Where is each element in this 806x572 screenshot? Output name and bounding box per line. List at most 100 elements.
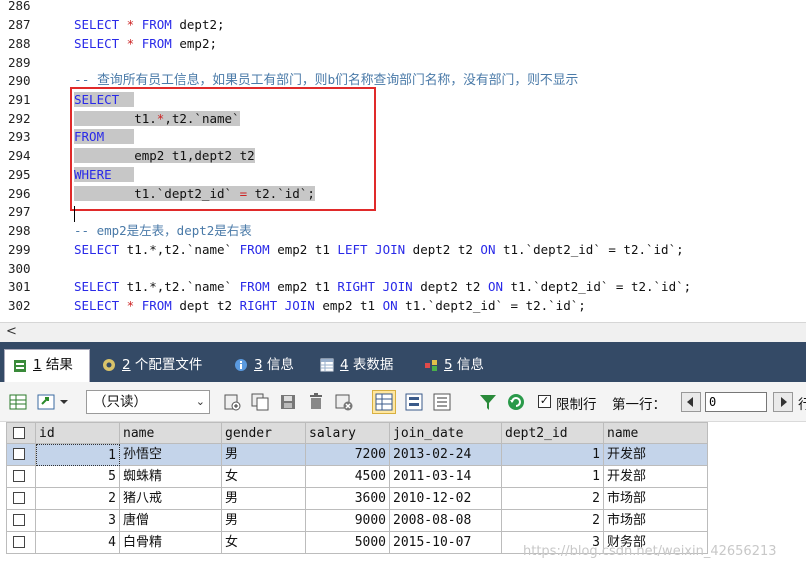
watermark: https://blog.csdn.net/weixin_42656213 xyxy=(523,544,777,559)
cell-name[interactable]: 唐僧 xyxy=(120,510,222,532)
result-grid-icon xyxy=(14,360,26,372)
line-number: 291 xyxy=(8,92,31,107)
row-checkbox[interactable] xyxy=(13,470,25,482)
code-line-302: SELECT * FROM dept t2 RIGHT JOIN emp2 t1… xyxy=(74,298,586,313)
sql-editor[interactable]: 286 287 288 289 290 291 292 293 294 295 … xyxy=(0,0,806,322)
column-header-id[interactable]: id xyxy=(36,422,120,444)
select-all-checkbox[interactable] xyxy=(13,427,25,439)
cell-salary[interactable]: 4500 xyxy=(306,466,390,488)
cell-gender[interactable]: 男 xyxy=(222,444,306,466)
row-checkbox[interactable] xyxy=(13,536,25,548)
cell-join-date[interactable]: 2015-10-07 xyxy=(390,532,502,554)
cell-dept-name[interactable]: 开发部 xyxy=(604,444,708,466)
column-header-dept2-id[interactable]: dept2_id xyxy=(502,422,604,444)
cell-join-date[interactable]: 2011-03-14 xyxy=(390,466,502,488)
insert-row-icon[interactable] xyxy=(222,392,242,412)
cell-dept2-id[interactable]: 2 xyxy=(502,510,604,532)
code-line-287: SELECT * FROM dept2; xyxy=(74,17,225,32)
tab-info-2[interactable]: 5 信息 xyxy=(416,351,500,379)
cancel-changes-icon[interactable] xyxy=(334,392,354,412)
code-line-299: SELECT t1.*,t2.`name` FROM emp2 t1 LEFT … xyxy=(74,242,684,257)
column-header-name[interactable]: name xyxy=(120,422,222,444)
cell-dept-name[interactable]: 市场部 xyxy=(604,510,708,532)
tab-info[interactable]: 3 信息 xyxy=(226,351,308,379)
cell-dept2-id[interactable]: 1 xyxy=(502,444,604,466)
cell-name[interactable]: 白骨精 xyxy=(120,532,222,554)
line-number: 302 xyxy=(8,298,31,313)
readonly-mode-select[interactable]: （只读） ⌄ xyxy=(86,390,210,414)
chevron-down-icon: ⌄ xyxy=(195,395,205,408)
text-mode-icon[interactable] xyxy=(432,392,452,412)
column-header-join-date[interactable]: join_date xyxy=(390,422,502,444)
cell-id[interactable]: 4 xyxy=(36,532,120,554)
filter-icon[interactable] xyxy=(478,392,498,412)
tab-results[interactable]: 1 结果 xyxy=(4,349,90,382)
cell-dept-name[interactable]: 开发部 xyxy=(604,466,708,488)
tab-table-data[interactable]: 4 表数据 xyxy=(312,351,412,379)
delete-icon[interactable] xyxy=(306,392,326,412)
grid-mode-icon[interactable] xyxy=(372,390,396,414)
cell-join-date[interactable]: 2013-02-24 xyxy=(390,444,502,466)
row-select-cell[interactable] xyxy=(6,466,36,488)
row-select-cell[interactable] xyxy=(6,510,36,532)
select-all-cell[interactable] xyxy=(6,422,36,444)
cell-dept2-id[interactable]: 2 xyxy=(502,488,604,510)
line-number: 287 xyxy=(8,17,31,32)
row-select-cell[interactable] xyxy=(6,532,36,554)
cell-name[interactable]: 蜘蛛精 xyxy=(120,466,222,488)
line-number: 300 xyxy=(8,261,31,276)
cell-id[interactable]: 1 xyxy=(36,444,120,466)
row-checkbox[interactable] xyxy=(13,492,25,504)
first-row-input[interactable]: 0 xyxy=(705,392,767,412)
cell-gender[interactable]: 男 xyxy=(222,510,306,532)
cell-id[interactable]: 3 xyxy=(36,510,120,532)
line-number: 293 xyxy=(8,129,31,144)
column-header-gender[interactable]: gender xyxy=(222,422,306,444)
cell-dept2-id[interactable]: 1 xyxy=(502,466,604,488)
cell-salary[interactable]: 5000 xyxy=(306,532,390,554)
cell-join-date[interactable]: 2010-12-02 xyxy=(390,488,502,510)
refresh-icon[interactable] xyxy=(506,392,526,412)
code-line-298-comment: -- emp2是左表，dept2是右表 xyxy=(74,223,252,238)
text-caret xyxy=(74,206,75,222)
column-header-salary[interactable]: salary xyxy=(306,422,390,444)
cell-id[interactable]: 2 xyxy=(36,488,120,510)
row-checkbox[interactable] xyxy=(13,514,25,526)
limit-rows-label: 限制行 xyxy=(556,397,597,413)
line-number: 292 xyxy=(8,111,31,126)
export-dropdown-icon[interactable] xyxy=(36,392,70,412)
cell-gender[interactable]: 女 xyxy=(222,532,306,554)
cell-name[interactable]: 孙悟空 xyxy=(120,444,222,466)
line-number: 290 xyxy=(8,73,31,88)
line-number: 297 xyxy=(8,204,31,219)
cell-dept-name[interactable]: 市场部 xyxy=(604,488,708,510)
table-data-icon xyxy=(320,358,334,372)
first-row-next-button[interactable] xyxy=(773,392,793,412)
cell-id[interactable]: 5 xyxy=(36,466,120,488)
cell-salary[interactable]: 9000 xyxy=(306,510,390,532)
column-header-dept-name[interactable]: name xyxy=(604,422,708,444)
cell-join-date[interactable]: 2008-08-08 xyxy=(390,510,502,532)
cell-salary[interactable]: 7200 xyxy=(306,444,390,466)
limit-rows-checkbox[interactable]: ✓ xyxy=(538,395,551,408)
editor-horizontal-scrollbar[interactable]: < xyxy=(0,322,806,342)
results-toolbar: （只读） ⌄ ✓ 限制行 第一行： 0 行 xyxy=(0,382,806,422)
line-number: 301 xyxy=(8,279,31,294)
cell-gender[interactable]: 男 xyxy=(222,488,306,510)
duplicate-row-icon[interactable] xyxy=(250,392,270,412)
triangle-left-icon xyxy=(687,397,693,407)
row-select-cell[interactable] xyxy=(6,444,36,466)
triangle-right-icon xyxy=(781,397,787,407)
row-select-cell[interactable] xyxy=(6,488,36,510)
info-tree-icon xyxy=(425,360,437,371)
first-row-prev-button[interactable] xyxy=(681,392,701,412)
grid-view-icon[interactable] xyxy=(8,392,28,412)
scroll-left-arrow-icon[interactable]: < xyxy=(6,324,17,339)
tab-profiles[interactable]: 2 个配置文件 xyxy=(94,351,220,379)
cell-name[interactable]: 猪八戒 xyxy=(120,488,222,510)
cell-salary[interactable]: 3600 xyxy=(306,488,390,510)
form-mode-icon[interactable] xyxy=(404,392,424,412)
row-checkbox[interactable] xyxy=(13,448,25,460)
save-icon[interactable] xyxy=(278,392,298,412)
cell-gender[interactable]: 女 xyxy=(222,466,306,488)
